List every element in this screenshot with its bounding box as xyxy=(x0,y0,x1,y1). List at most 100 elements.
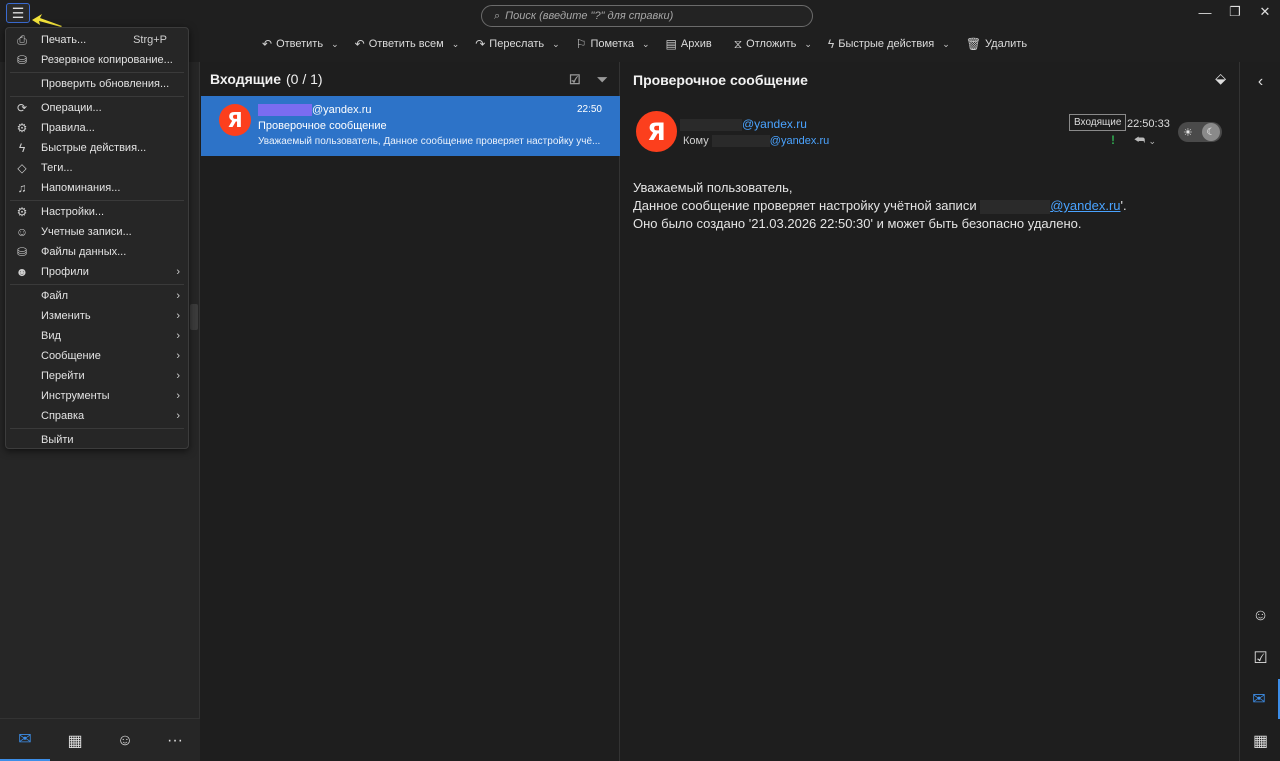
menu-label: Напоминания... xyxy=(41,182,121,194)
search-icon: ⌕ xyxy=(494,9,501,22)
chevron-left-icon: ‹ xyxy=(1257,73,1264,90)
archive-icon: ▤ xyxy=(665,37,677,51)
message-title: Проверочное сообщение xyxy=(633,72,808,88)
mail-icon: ✉ xyxy=(18,731,32,748)
menu-item-exit[interactable]: Выйти xyxy=(6,430,188,450)
forward-button[interactable]: ↷ Переслать ⌄ xyxy=(475,37,559,51)
message-toolbar: ↶ Ответить ⌄ ↶ Ответить всем ⌄ ↷ Переслать ⌄ ⚐… xyxy=(262,34,1043,54)
chevron-down-icon[interactable]: ⌄ xyxy=(642,39,650,50)
chevron-right-icon: › xyxy=(176,350,180,362)
mail-pane-button[interactable]: ✉ xyxy=(1240,679,1280,719)
message-list-item[interactable]: Я @yandex.ru 22:50 Проверочное сообщение… xyxy=(201,96,620,156)
menu-label: Учетные записи... xyxy=(41,226,132,238)
contacts-pane-button[interactable]: ☺ xyxy=(1240,596,1280,636)
to-address[interactable]: @yandex.ru xyxy=(770,135,829,147)
pointer-arrow-icon xyxy=(32,14,62,27)
calendar-icon: ▦ xyxy=(1252,733,1269,750)
main-menu: ⎙ Печать... Strg+P ⛁ Резервное копирование.… xyxy=(5,27,189,449)
menu-item-message[interactable]: Сообщение › xyxy=(6,346,188,366)
reply-options[interactable]: ⮪ ⌄ xyxy=(1134,133,1156,148)
from-line[interactable]: @yandex.ru xyxy=(680,117,807,131)
menu-label: Изменить xyxy=(41,310,91,322)
chevron-down-icon: ⌄ xyxy=(1148,136,1157,146)
select-all-icon[interactable]: ☑ xyxy=(569,72,581,88)
menu-item-data-files[interactable]: ⛁ Файлы данных... xyxy=(6,242,188,262)
menu-item-operations[interactable]: ⟳ Операции... xyxy=(6,98,188,118)
to-line: Кому @yandex.ru xyxy=(683,135,829,148)
message-list-header: Входящие (0 / 1) ☑ ⏷ xyxy=(201,62,619,96)
chevron-down-icon[interactable]: ⌄ xyxy=(804,39,812,50)
nav-calendar-button[interactable]: ▦ xyxy=(50,719,100,761)
search-input[interactable]: ⌕ Поиск (введите "?" для справки) xyxy=(481,5,813,27)
menu-label: Перейти xyxy=(41,370,85,382)
chevron-right-icon: › xyxy=(176,370,180,382)
body-text: Данное сообщение проверяет настройку учё… xyxy=(633,198,977,213)
nav-mail-button[interactable]: ✉ xyxy=(0,719,50,761)
right-rail: ‹ ☺ ☑ ✉ ▦ xyxy=(1239,62,1280,761)
menu-item-edit[interactable]: Изменить › xyxy=(6,306,188,326)
menu-item-rules[interactable]: ⚙ Правила... xyxy=(6,118,188,138)
forward-label: Переслать xyxy=(489,38,545,50)
database-icon: ⛁ xyxy=(16,245,28,259)
snooze-button[interactable]: ⧖ Отложить ⌄ xyxy=(734,37,812,52)
account-link[interactable]: @yandex.ru xyxy=(1050,198,1120,213)
archive-button[interactable]: ▤ Архив xyxy=(666,37,712,51)
nav-more-button[interactable]: ··· xyxy=(150,719,200,761)
menu-item-check-updates[interactable]: Проверить обновления... xyxy=(6,74,188,94)
menu-label: Выйти xyxy=(41,434,74,446)
menu-item-settings[interactable]: ⚙ Настройки... xyxy=(6,202,188,222)
menu-label: Справка xyxy=(41,410,85,422)
tag-add-icon[interactable]: ⬙ xyxy=(1215,70,1226,87)
hamburger-menu-button[interactable]: ☰ xyxy=(6,3,30,23)
menu-label: Профили xyxy=(41,266,89,278)
delete-label: Удалить xyxy=(985,38,1028,50)
calendar-icon: ▦ xyxy=(67,732,83,750)
rules-icon: ⚙ xyxy=(16,121,28,135)
menu-item-view[interactable]: Вид › xyxy=(6,326,188,346)
menu-item-tags[interactable]: ◇ Теги... xyxy=(6,158,188,178)
menu-item-reminders[interactable]: ♫ Напоминания... xyxy=(6,178,188,198)
reply-all-button[interactable]: ↶ Ответить всем ⌄ xyxy=(355,37,460,51)
snooze-icon: ⧖ xyxy=(733,36,743,51)
menu-item-profiles[interactable]: ☻ Профили › xyxy=(6,262,188,282)
menu-item-go[interactable]: Перейти › xyxy=(6,366,188,386)
chevron-down-icon[interactable]: ⌄ xyxy=(552,39,560,50)
flag-button[interactable]: ⚐ Пометка ⌄ xyxy=(576,37,650,51)
menu-item-backup[interactable]: ⛁ Резервное копирование... xyxy=(6,50,188,70)
restore-button[interactable]: ❐ xyxy=(1220,0,1250,24)
minimize-button[interactable]: — xyxy=(1190,0,1220,24)
menu-item-tools[interactable]: Инструменты › xyxy=(6,386,188,406)
chevron-down-icon[interactable]: ⌄ xyxy=(331,39,339,50)
collapse-pane-button[interactable]: ‹ xyxy=(1240,62,1280,102)
bottom-navigation: ✉ ▦ ☺ ··· xyxy=(0,718,200,761)
folder-pane-scrollbar[interactable] xyxy=(190,304,198,330)
menu-label: Инструменты xyxy=(41,390,110,402)
menu-item-quick-actions[interactable]: ϟ Быстрые действия... xyxy=(6,138,188,158)
mail-client-window: ☰ ⌕ Поиск (введите "?" для справки) — ❐ … xyxy=(0,0,1280,761)
menu-item-print[interactable]: ⎙ Печать... Strg+P xyxy=(6,30,188,50)
chevron-right-icon: › xyxy=(176,390,180,402)
reply-button[interactable]: ↶ Ответить ⌄ xyxy=(262,37,339,51)
menu-separator xyxy=(10,284,184,285)
lightning-icon: ϟ xyxy=(18,141,26,155)
nav-contacts-button[interactable]: ☺ xyxy=(100,719,150,761)
chevron-down-icon[interactable]: ⌄ xyxy=(942,39,950,50)
from-address[interactable]: @yandex.ru xyxy=(742,117,807,131)
body-line: Оно было создано '21.03.2026 22:50:30' и… xyxy=(633,216,1082,231)
chevron-down-icon[interactable]: ⌄ xyxy=(452,39,460,50)
quick-actions-button[interactable]: ϟ Быстрые действия ⌄ xyxy=(828,37,950,51)
menu-item-file[interactable]: Файл › xyxy=(6,286,188,306)
chevron-right-icon: › xyxy=(176,410,180,422)
menu-item-help[interactable]: Справка › xyxy=(6,406,188,426)
filter-icon[interactable]: ⏷ xyxy=(597,72,607,88)
theme-toggle[interactable]: ☀ ☾ xyxy=(1178,122,1222,142)
message-list-pane: Входящие (0 / 1) ☑ ⏷ Я @yandex.ru 22:50 … xyxy=(201,62,620,761)
delete-button[interactable]: 🗑︎ Удалить xyxy=(966,37,1027,51)
tasks-pane-button[interactable]: ☑ xyxy=(1240,638,1280,678)
trash-icon: 🗑︎ xyxy=(965,37,982,51)
menu-item-accounts[interactable]: ☺ Учетные записи... xyxy=(6,222,188,242)
close-button[interactable]: ✕ xyxy=(1250,0,1280,24)
calendar-pane-button[interactable]: ▦ xyxy=(1240,721,1280,761)
menu-separator xyxy=(10,200,184,201)
sender-avatar: Я xyxy=(219,104,251,136)
